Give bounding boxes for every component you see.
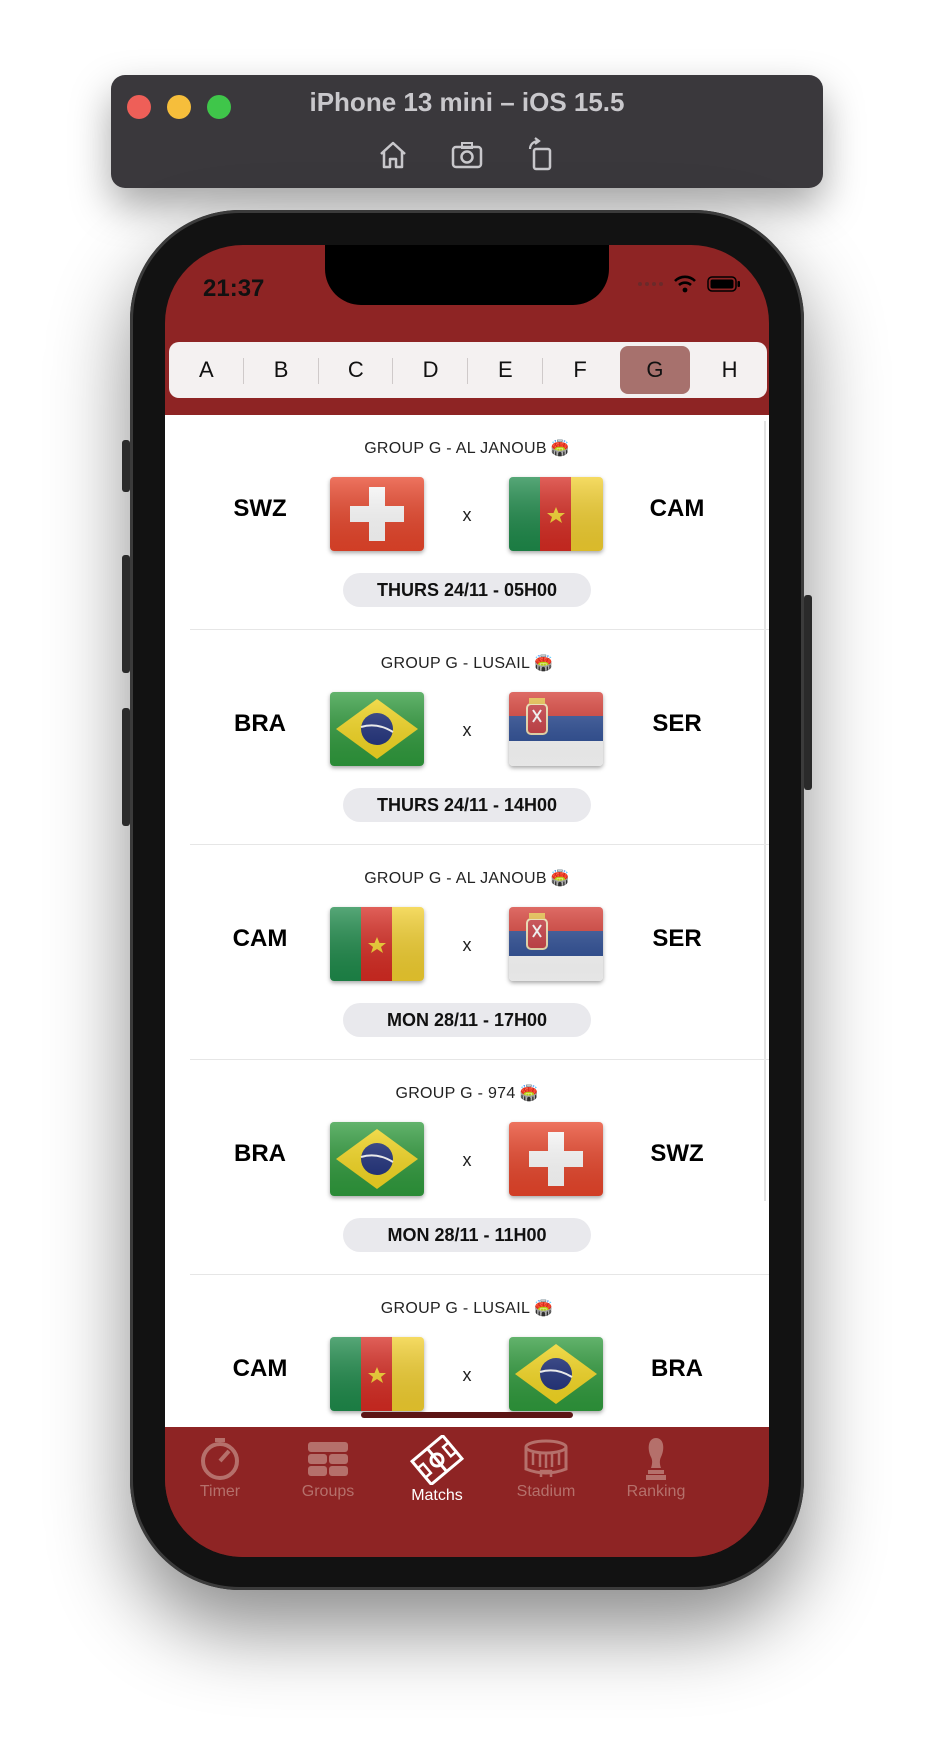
phone-screen: 21:37 A B C D E F G H GROUP G - AL JANOU… <box>165 245 769 1557</box>
trophy-icon <box>646 1438 666 1480</box>
away-team-code: SER <box>652 710 702 737</box>
tab-ranking[interactable]: Ranking <box>601 1435 711 1501</box>
match-venue-text: GROUP G - 974 <box>395 1085 516 1102</box>
match-row[interactable]: GROUP G - AL JANOUB 🏟️ SWZ x CAM THURS 24/11 … <box>165 415 769 630</box>
matches-list[interactable]: GROUP G - AL JANOUB 🏟️ SWZ x CAM THURS 24/11 … <box>165 415 769 1427</box>
pitch-icon <box>409 1435 465 1485</box>
match-venue-text: GROUP G - AL JANOUB <box>364 440 547 457</box>
match-date-badge: THURS 24/11 - 05H00 <box>343 573 591 607</box>
group-segment-e[interactable]: E <box>467 346 541 394</box>
simulator-window-bar: iPhone 13 mini – iOS 15.5 <box>111 75 823 188</box>
away-team-code: SER <box>652 925 702 952</box>
status-icons <box>637 275 741 293</box>
volume-down-button <box>122 708 130 826</box>
home-indicator <box>361 1412 573 1418</box>
match-venue-text: GROUP G - LUSAIL <box>380 655 531 672</box>
tab-label-ranking: Ranking <box>626 1483 686 1500</box>
match-venue-text: GROUP G - LUSAIL <box>380 1300 531 1317</box>
group-segment-b[interactable]: B <box>242 346 317 394</box>
tab-label-matchs: Matchs <box>411 1487 463 1504</box>
match-row[interactable]: GROUP G - LUSAIL 🏟️ CAM x BRA <box>165 1275 769 1427</box>
groups-icon <box>308 1442 348 1476</box>
away-team-code: CAM <box>649 495 705 522</box>
screenshot-icon[interactable] <box>447 135 487 175</box>
power-button <box>804 595 812 790</box>
tab-bar: Timer Groups Matchs Stadium Ranking <box>165 1427 769 1557</box>
stadium-emoji-icon: 🏟️ <box>550 440 570 457</box>
match-venue: GROUP G - AL JANOUB 🏟️ <box>165 439 769 458</box>
group-segment-d[interactable]: D <box>392 346 466 394</box>
stadium-icon <box>524 1439 568 1477</box>
group-segment-g[interactable]: G <box>619 346 691 394</box>
timer-icon <box>201 1438 239 1480</box>
stadium-emoji-icon: 🏟️ <box>519 1085 539 1102</box>
serbia-flag-icon <box>509 692 603 766</box>
cameroon-flag-icon <box>509 477 603 551</box>
group-segment-a[interactable]: A <box>171 346 242 394</box>
match-date-badge: MON 28/11 - 11H00 <box>343 1218 591 1252</box>
switzerland-flag-icon <box>509 1122 603 1196</box>
away-team-code: BRA <box>651 1355 703 1382</box>
group-segment-c[interactable]: C <box>317 346 392 394</box>
wifi-icon <box>674 275 696 293</box>
tab-label-timer: Timer <box>199 1483 241 1500</box>
match-row[interactable]: GROUP G - LUSAIL 🏟️ BRA x SER THURS 24/11 - 1… <box>165 630 769 845</box>
tab-groups[interactable]: Groups <box>273 1435 383 1501</box>
rotate-icon[interactable] <box>521 135 561 175</box>
battery-icon <box>707 276 740 292</box>
notch <box>325 245 609 305</box>
simulator-title: iPhone 13 mini – iOS 15.5 <box>309 87 625 117</box>
match-row[interactable]: GROUP G - AL JANOUB 🏟️ CAM x SER MON 28/11 - … <box>165 845 769 1060</box>
group-segmented-control: A B C D E F G H <box>169 342 767 398</box>
match-venue: GROUP G - LUSAIL 🏟️ <box>165 1299 769 1318</box>
tab-matchs[interactable]: Matchs <box>382 1435 492 1505</box>
home-icon[interactable] <box>373 135 413 175</box>
match-venue-text: GROUP G - AL JANOUB <box>364 870 547 887</box>
match-date-badge: MON 28/11 - 17H00 <box>343 1003 591 1037</box>
stadium-emoji-icon: 🏟️ <box>534 655 554 672</box>
volume-up-button <box>122 555 130 673</box>
match-venue: GROUP G - AL JANOUB 🏟️ <box>165 869 769 888</box>
serbia-flag-icon <box>509 907 603 981</box>
group-segment-h[interactable]: H <box>694 346 765 394</box>
tab-stadium[interactable]: Stadium <box>491 1435 601 1501</box>
brazil-flag-icon <box>509 1337 603 1411</box>
stadium-emoji-icon: 🏟️ <box>550 870 570 887</box>
status-time: 21:37 <box>203 275 265 302</box>
tab-timer[interactable]: Timer <box>165 1435 275 1501</box>
group-segment-f[interactable]: F <box>541 346 616 394</box>
signal-icon <box>638 282 663 286</box>
away-team-code: SWZ <box>650 1140 704 1167</box>
match-row[interactable]: GROUP G - 974 🏟️ BRA x SWZ MON 28/11 - 11H00 <box>165 1060 769 1275</box>
match-venue: GROUP G - LUSAIL 🏟️ <box>165 654 769 673</box>
tab-label-stadium: Stadium <box>516 1483 576 1500</box>
stadium-emoji-icon: 🏟️ <box>534 1300 554 1317</box>
mute-switch <box>122 440 130 492</box>
match-date-badge: THURS 24/11 - 14H00 <box>343 788 591 822</box>
match-venue: GROUP G - 974 🏟️ <box>165 1084 769 1103</box>
tab-label-groups: Groups <box>301 1483 355 1500</box>
